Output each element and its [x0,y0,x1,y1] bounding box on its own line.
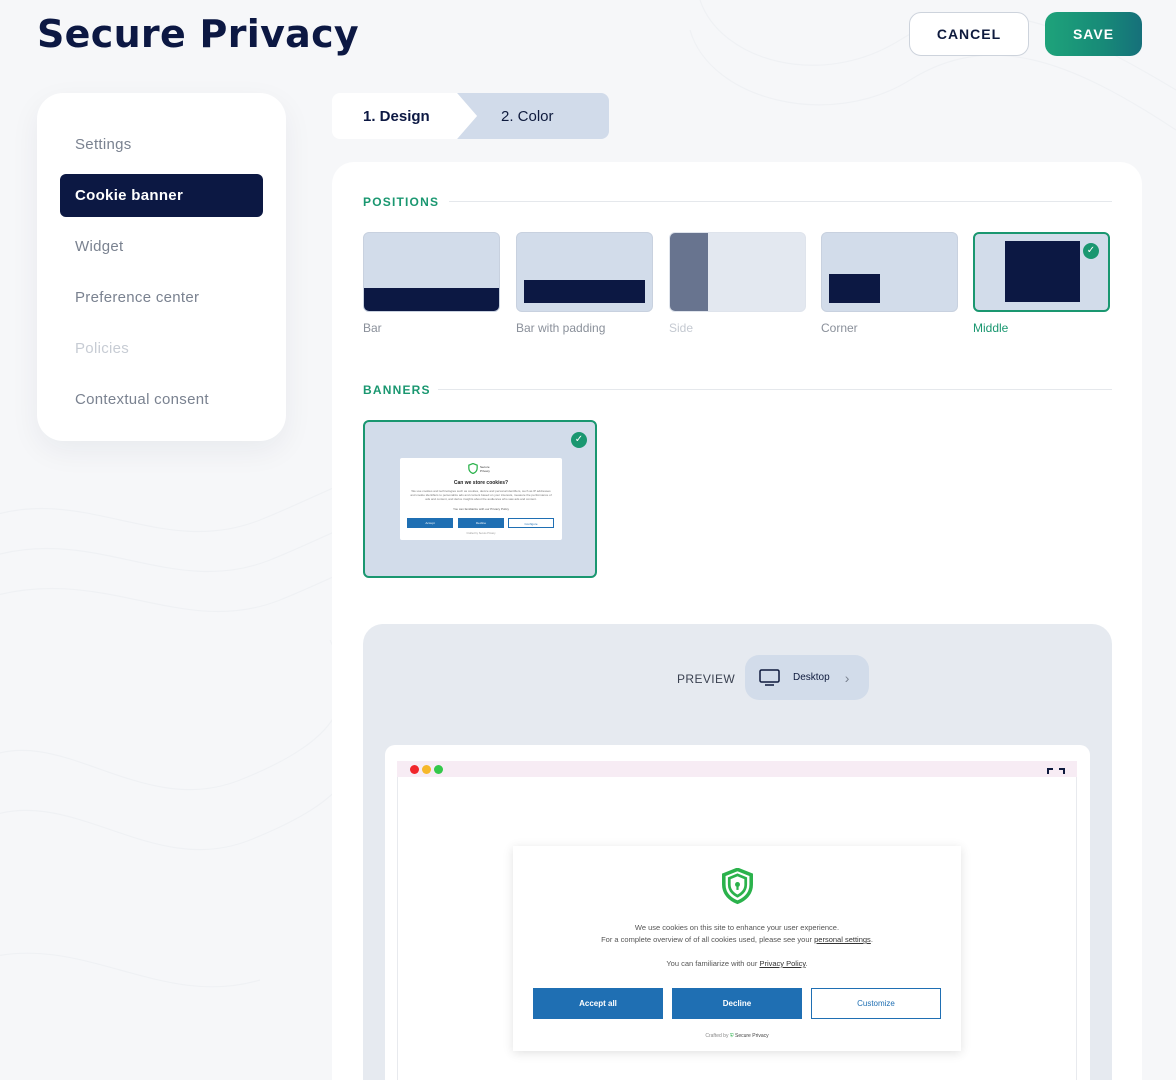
position-bar-preview [364,288,499,311]
position-side [669,232,806,312]
window-close-dot [410,765,419,774]
modal-policy-prefix: You can familiarize with our [666,959,760,968]
save-button[interactable]: SAVE [1045,12,1142,56]
position-side-preview [670,233,708,311]
check-icon: ✓ [571,432,587,448]
design-panel: POSITIONS Bar Bar with padding Side Corn… [332,162,1142,1080]
modal-text-line2: For a complete overview of of all cookie… [513,935,961,944]
app-title: Secure Privacy [37,12,359,56]
browser-titlebar [397,761,1077,777]
thumbnail-decline: Decline [458,518,504,528]
check-icon: ✓ [1083,243,1099,259]
crafted-by: Crafted by ⛨ Secure Privacy [513,1033,961,1039]
device-select[interactable]: Desktop › [745,655,869,700]
modal-text-line1: We use cookies on this site to enhance y… [634,923,840,932]
thumbnail-accept: Accept [407,518,453,528]
position-bar-padding-label: Bar with padding [516,321,606,335]
window-minimize-dot [422,765,431,774]
banner-template-card[interactable]: ✓ Secure Privacy Can we store cookies? W… [363,420,597,578]
chevron-right-icon: › [844,669,850,686]
device-name: Desktop [793,672,830,683]
personal-settings-link[interactable]: personal settings [814,935,871,944]
position-bar-padding-preview [524,280,645,303]
modal-policy-suffix: . [805,959,808,968]
thumbnail-brand: Secure Privacy [480,465,490,473]
modal-text-line2-prefix: For a complete overview of of all cookie… [601,935,815,944]
monitor-icon [759,669,780,686]
banners-title: BANNERS [363,383,431,397]
position-bar[interactable] [363,232,500,312]
preview-label: PREVIEW [677,672,736,686]
customize-button[interactable]: Customize [811,988,941,1019]
sidebar: Settings Cookie banner Widget Preference… [37,93,286,441]
divider [438,389,1112,390]
window-maximize-dot [434,765,443,774]
sidebar-item-cookie-banner[interactable]: Cookie banner [60,174,263,217]
browser-mockup: We use cookies on this site to enhance y… [385,745,1090,1080]
position-middle-label: Middle [973,321,1009,335]
modal-text-line2-suffix: . [870,935,873,944]
thumbnail-text: We use cookies and technologies such as … [410,489,552,501]
shield-logo-icon [468,463,478,474]
banner-thumbnail: Secure Privacy Can we store cookies? We … [400,458,562,540]
accept-all-button[interactable]: Accept all [533,988,663,1019]
divider [449,201,1112,202]
thumbnail-title: Can we store cookies? [453,480,509,486]
positions-title: POSITIONS [363,195,440,209]
position-bar-label: Bar [363,321,382,335]
privacy-policy-link[interactable]: Privacy Policy [759,959,805,968]
thumbnail-configure: Configure [508,518,554,528]
position-side-label: Side [669,321,694,335]
sidebar-item-settings[interactable]: Settings [60,123,263,166]
step-color[interactable]: 2. Color [457,93,609,139]
position-bar-padding[interactable] [516,232,653,312]
crafted-logo-icon: ⛨ [729,1033,734,1039]
modal-policy-text: You can familiarize with our Privacy Pol… [513,959,961,968]
position-corner-preview [829,274,880,303]
crafted-brand: Secure Privacy [735,1033,769,1039]
thumbnail-crafted: Crafted by Secure Privacy [466,532,496,535]
sidebar-item-widget[interactable]: Widget [60,225,263,268]
browser-page: We use cookies on this site to enhance y… [397,777,1077,1080]
decline-button[interactable]: Decline [672,988,802,1019]
crafted-prefix: Crafted by [705,1033,729,1039]
cancel-button[interactable]: CANCEL [909,12,1029,56]
thumbnail-policy: You can familiarize with our Privacy Pol… [453,507,509,511]
position-corner-label: Corner [821,321,858,335]
cookie-modal-preview: We use cookies on this site to enhance y… [513,846,961,1051]
position-middle-preview [1005,241,1080,302]
sidebar-item-contextual-consent[interactable]: Contextual consent [60,378,263,421]
preview-area: PREVIEW Desktop › We use cookies on this… [363,624,1112,1080]
position-corner[interactable] [821,232,958,312]
sidebar-item-preference-center[interactable]: Preference center [60,276,263,319]
shield-logo-icon [722,868,753,905]
sidebar-item-policies: Policies [75,340,130,357]
position-middle[interactable]: ✓ [973,232,1110,312]
